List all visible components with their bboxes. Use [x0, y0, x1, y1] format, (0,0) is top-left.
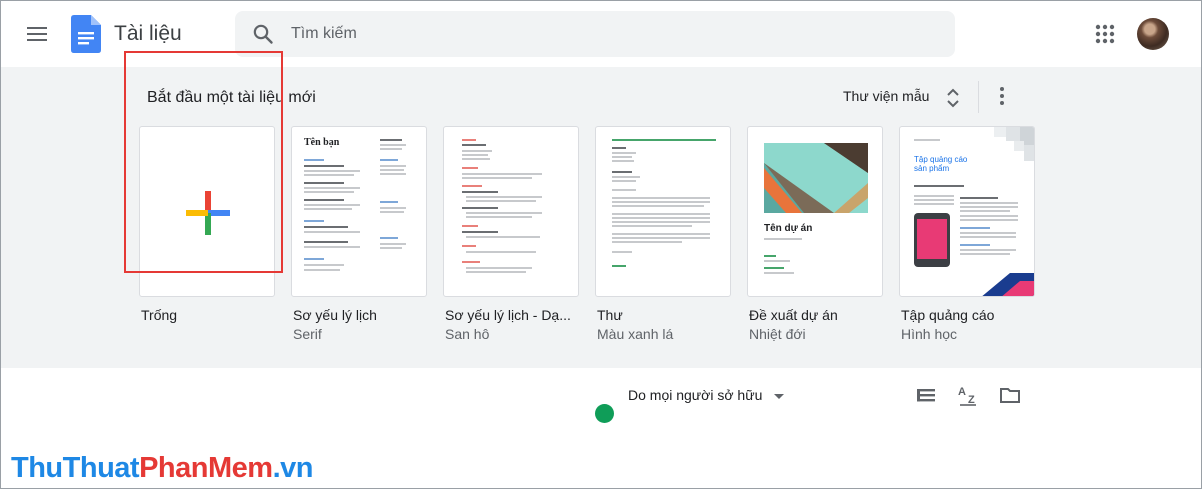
app-title[interactable]: Tài liệu: [114, 22, 182, 46]
hamburger-icon-bar: [27, 39, 47, 41]
main-menu-button[interactable]: [23, 21, 51, 47]
geometric-corner-art: [994, 127, 1034, 161]
list-view-icon[interactable]: [915, 385, 937, 412]
watermark-part1: ThuThuat: [11, 452, 140, 484]
owner-filter-dropdown[interactable]: Do mọi người sở hữu: [628, 387, 762, 403]
sort-az-icon[interactable]: A Z: [956, 383, 980, 414]
geometric-footer-art: [982, 273, 1034, 296]
divider: [978, 81, 979, 113]
template-thumbnail[interactable]: [443, 126, 579, 297]
search-bar[interactable]: [235, 11, 955, 57]
expand-collapse-icon[interactable]: [945, 87, 961, 114]
template-resume-coral[interactable]: Sơ yếu lý lịch - Dạ... San hô: [443, 126, 579, 342]
template-subtitle: Serif: [293, 326, 322, 342]
caret-down-icon[interactable]: [774, 394, 784, 399]
account-avatar[interactable]: [1137, 18, 1169, 50]
hamburger-icon: [27, 27, 47, 29]
template-name: Sơ yếu lý lịch - Dạ...: [445, 307, 571, 323]
google-apps-icon[interactable]: [1093, 22, 1117, 46]
thumb-heading: Tên dự án: [764, 223, 813, 234]
phone-illustration: [914, 213, 950, 267]
template-subtitle: Màu xanh lá: [597, 326, 674, 342]
watermark-part3: .vn: [272, 452, 314, 484]
status-dot: [595, 404, 614, 423]
template-thumbnail[interactable]: Tập quảng cáo sản phẩm: [899, 126, 1035, 297]
more-options-icon[interactable]: [998, 87, 1006, 107]
svg-text:A: A: [958, 386, 966, 398]
thumb-heading: Tập quảng cáo sản phẩm: [914, 155, 968, 173]
template-subtitle: Nhiệt đới: [749, 326, 806, 342]
blank-template-highlight: [124, 51, 283, 273]
site-watermark: ThuThuatPhanMem.vn: [11, 452, 313, 485]
search-input[interactable]: [291, 19, 911, 49]
docs-logo-icon[interactable]: [71, 15, 101, 58]
template-brochure-geometric[interactable]: Tập quảng cáo sản phẩm Tập quảng cáo Hìn…: [899, 126, 1035, 342]
template-name: Đề xuất dự án: [749, 307, 838, 323]
template-thumbnail[interactable]: Tên bạn: [291, 126, 427, 297]
watermark-part2: PhanMem: [139, 452, 273, 484]
template-subtitle: Hình học: [901, 326, 958, 342]
template-gallery-button[interactable]: Thư viện mẫu: [843, 88, 929, 104]
template-project-proposal[interactable]: Tên dự án Đề xuất dự án Nhiệt đới: [747, 126, 883, 342]
thumb-heading: Tên bạn: [304, 137, 340, 148]
template-name: Tập quảng cáo: [901, 307, 995, 323]
template-subtitle: San hô: [445, 326, 490, 342]
template-name: Trống: [141, 307, 178, 323]
hamburger-icon-bar: [27, 33, 47, 35]
folder-icon[interactable]: [999, 385, 1021, 410]
tropical-artwork: [764, 143, 868, 213]
template-resume-serif[interactable]: Tên bạn Sơ yếu lý lịch Serif: [291, 126, 427, 342]
template-letter-green[interactable]: Thư Màu xanh lá: [595, 126, 731, 342]
template-name: Thư: [597, 307, 623, 323]
template-thumbnail[interactable]: [595, 126, 731, 297]
template-name: Sơ yếu lý lịch: [293, 307, 377, 323]
search-icon[interactable]: [251, 22, 275, 51]
template-thumbnail[interactable]: Tên dự án: [747, 126, 883, 297]
